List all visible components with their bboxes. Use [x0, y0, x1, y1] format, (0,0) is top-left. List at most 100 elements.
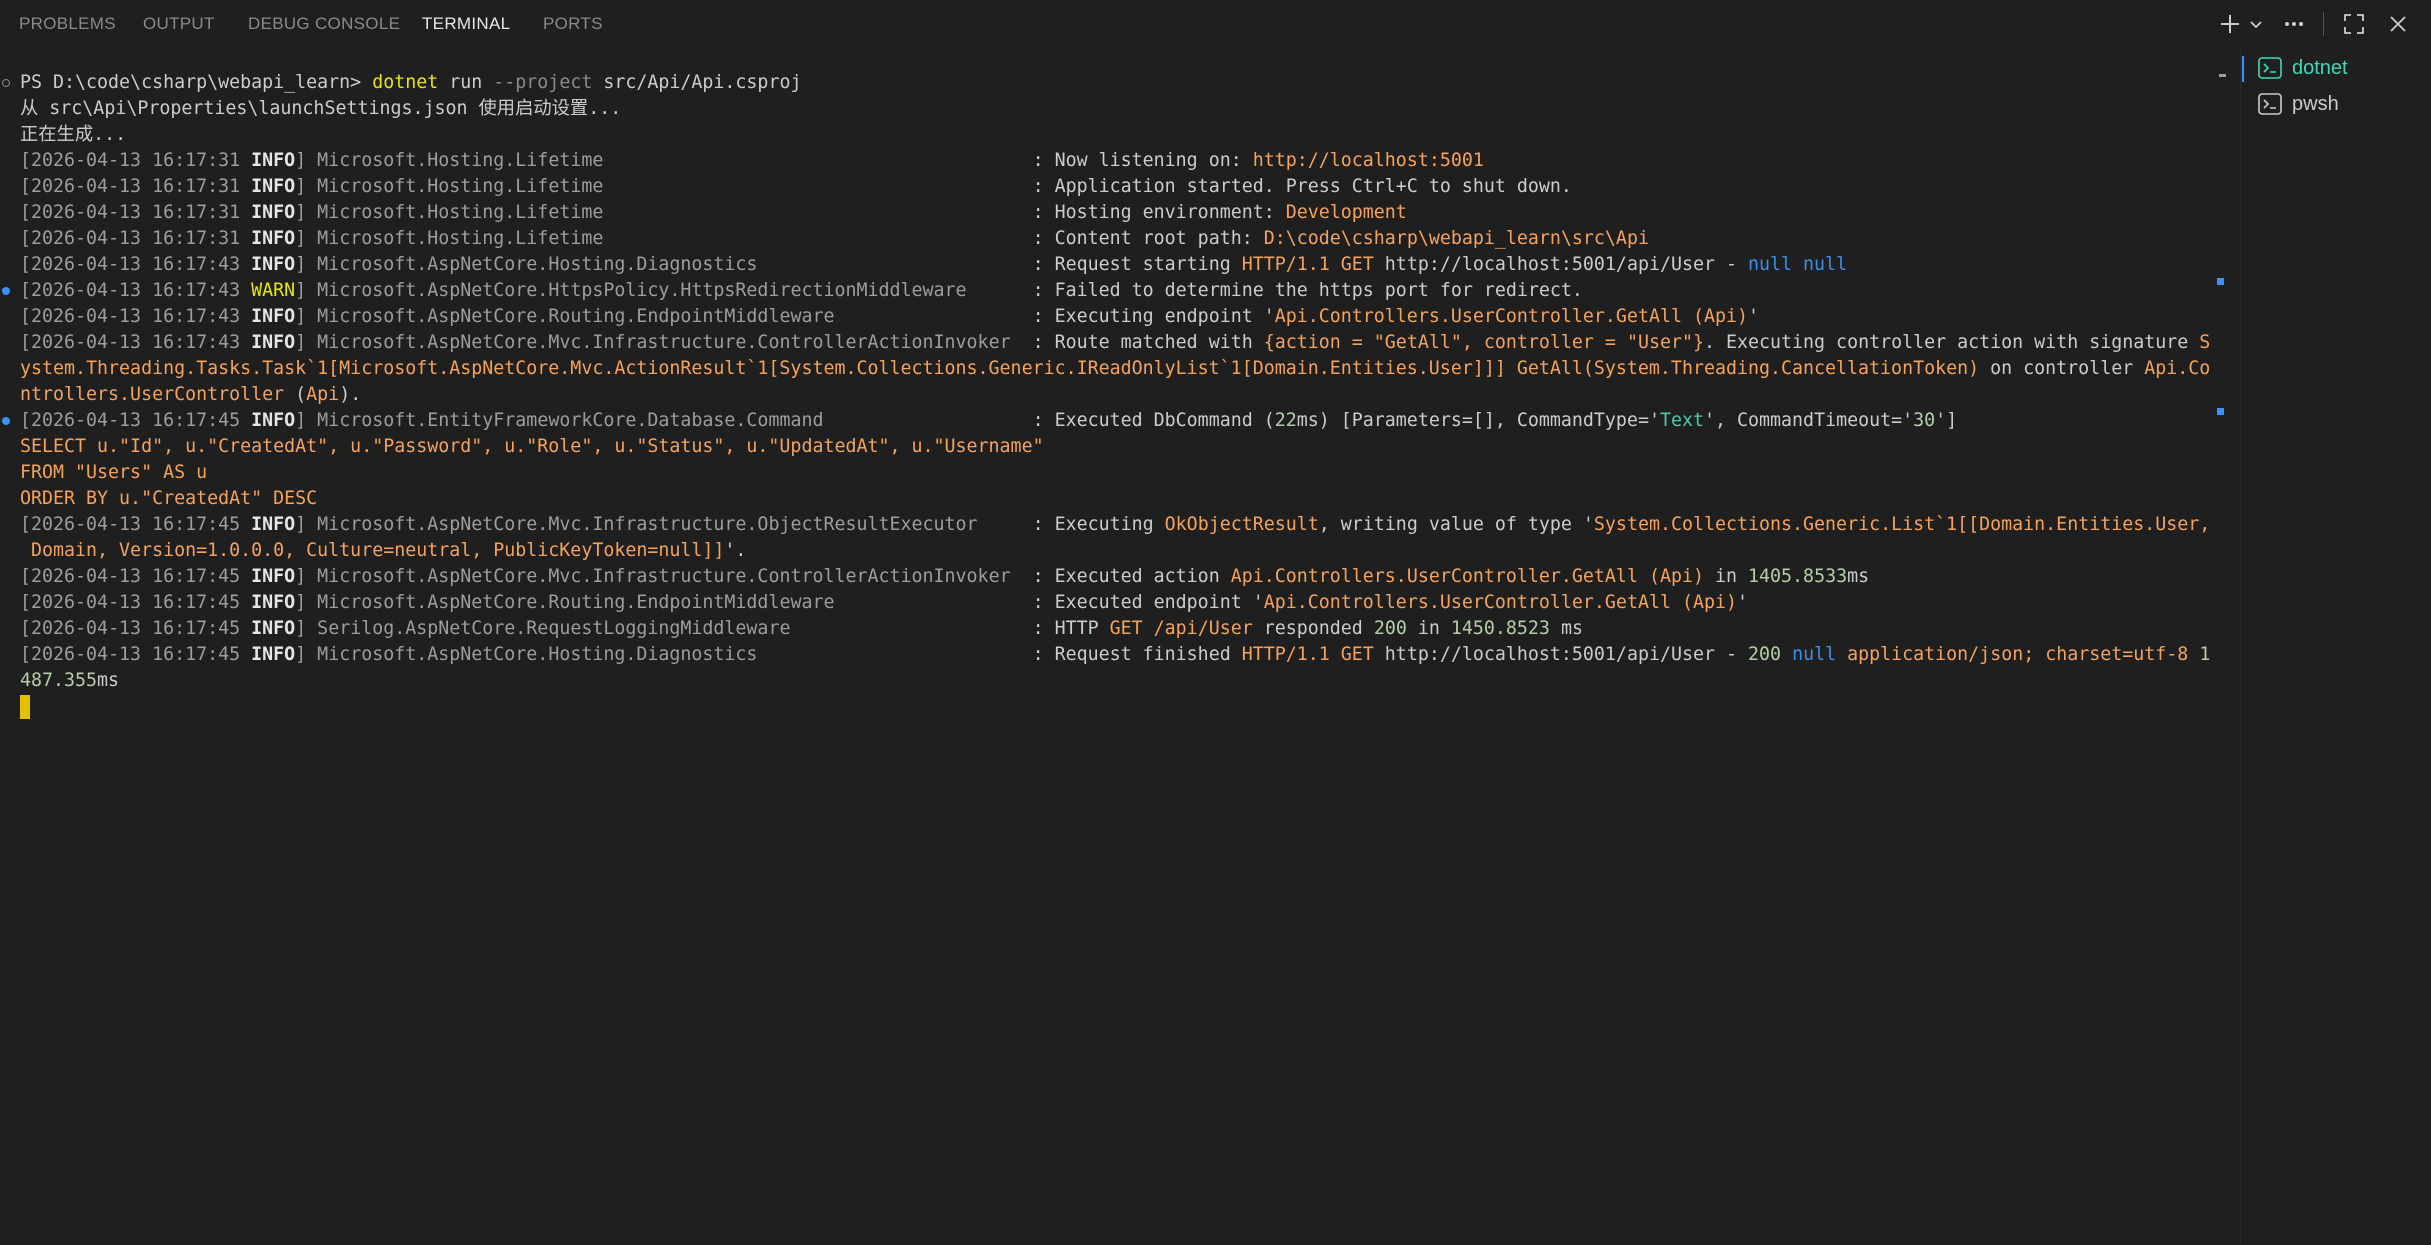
- terminal-text: ] Serilog.AspNetCore.RequestLoggingMiddl…: [295, 618, 1033, 639]
- terminal-text: 200: [1748, 644, 1782, 665]
- terminal-text: run: [438, 72, 494, 93]
- terminal-text: ] Microsoft.AspNetCore.HttpsPolicy.Https…: [295, 280, 1033, 301]
- terminal-line: [2026-04-13 16:17:31 INFO] Microsoft.Hos…: [0, 226, 2212, 252]
- terminal-text: GET /api/User: [1109, 618, 1253, 639]
- terminal-text: : Content root path:: [1032, 228, 1264, 249]
- terminal-line: SELECT u."Id", u."CreatedAt", u."Passwor…: [0, 434, 2212, 460]
- terminal-text: ] Microsoft.AspNetCore.Hosting.Diagnosti…: [295, 644, 1033, 665]
- terminal-text: S: [2199, 332, 2211, 353]
- terminal-text: Domain, Version=1.0.0.0, Culture=neutral…: [20, 540, 725, 561]
- terminal-line: [2026-04-13 16:17:43 INFO] Microsoft.Asp…: [0, 252, 2212, 278]
- terminal-text: INFO: [251, 514, 296, 535]
- terminal-line: [2026-04-13 16:17:43 INFO] Microsoft.Asp…: [0, 304, 2212, 330]
- terminal-text: 1: [2199, 644, 2211, 665]
- terminal-text: [2026-04-13 16:17:45: [20, 644, 252, 665]
- terminal-text: [2026-04-13 16:17:43: [20, 254, 252, 275]
- terminal-line: 487.355ms: [0, 668, 2212, 694]
- terminal-text: ] Microsoft.Hosting.Lifetime: [295, 228, 1033, 249]
- terminal-text: [2026-04-13 16:17:31: [20, 150, 252, 171]
- terminal-text: (: [284, 384, 307, 405]
- terminal-text: ).: [339, 384, 362, 405]
- terminal-item-pwsh[interactable]: pwsh: [2242, 86, 2431, 122]
- terminal-text: Api.Controllers.UserController.GetAll (A…: [1263, 592, 1738, 613]
- terminal-text: ntrollers.UserController: [20, 384, 285, 405]
- terminal-line: [2026-04-13 16:17:45 INFO] Microsoft.Ent…: [0, 408, 2212, 434]
- terminal-text: ] Microsoft.AspNetCore.Routing.EndpointM…: [295, 306, 1033, 327]
- terminal-text: : Executed endpoint ': [1032, 592, 1264, 613]
- terminal-text: INFO: [251, 306, 296, 327]
- terminal-line: 从 src\Api\Properties\launchSettings.json…: [0, 96, 2212, 122]
- terminal-line: [0, 694, 2212, 720]
- terminal-text: Api.Controllers.UserController.GetAll (A…: [1274, 306, 1749, 327]
- tab-problems[interactable]: PROBLEMS: [19, 14, 116, 34]
- terminal-text: D:\code\csharp\webapi_learn\src\Api: [1263, 228, 1649, 249]
- terminal-text: INFO: [251, 176, 296, 197]
- terminal-text: Text: [1659, 410, 1704, 431]
- terminal-line: ystem.Threading.Tasks.Task`1[Microsoft.A…: [0, 356, 2212, 382]
- terminal-text: 200: [1373, 618, 1407, 639]
- terminal-item-dotnet[interactable]: dotnet: [2242, 50, 2431, 86]
- terminal-text: SELECT u."Id", u."CreatedAt", u."Passwor…: [20, 436, 1044, 457]
- ruler-marker: [2217, 408, 2224, 415]
- terminal-text: ', CommandTimeout=': [1704, 410, 1914, 431]
- command-decoration-icon[interactable]: [2, 287, 10, 295]
- terminal-line: [2026-04-13 16:17:45 INFO] Microsoft.Asp…: [0, 512, 2212, 538]
- terminal-overview-ruler[interactable]: [2212, 50, 2228, 1245]
- terminal-text: '.: [724, 540, 747, 561]
- terminal-text: 30: [1913, 410, 1936, 431]
- terminal-text: FROM "Users" AS u: [20, 462, 208, 483]
- terminal-text: INFO: [251, 332, 296, 353]
- terminal-line: [2026-04-13 16:17:31 INFO] Microsoft.Hos…: [0, 200, 2212, 226]
- tab-output[interactable]: OUTPUT: [143, 14, 215, 34]
- terminal-text: : Executed DbCommand (: [1032, 410, 1275, 431]
- terminal-text: : Failed to determine the https port for…: [1032, 280, 1583, 301]
- terminal-text: HTTP/1.1 GET: [1241, 644, 1374, 665]
- terminal-icon: [2258, 57, 2282, 79]
- terminal-line: [2026-04-13 16:17:31 INFO] Microsoft.Hos…: [0, 174, 2212, 200]
- terminal-text: ms) [Parameters=[], CommandType=': [1296, 410, 1660, 431]
- terminal-text: {action = "GetAll", controller = "User"}: [1263, 332, 1704, 353]
- terminal-text: 487.355: [20, 670, 98, 691]
- terminal-text: ] Microsoft.Hosting.Lifetime: [295, 202, 1033, 223]
- terminal-text: in: [1406, 618, 1451, 639]
- terminal-list-divider: [2240, 50, 2241, 1245]
- terminal-list: dotnet pwsh: [2242, 50, 2431, 122]
- terminal-text: INFO: [251, 202, 296, 223]
- terminal-text: : Executing endpoint ': [1032, 306, 1275, 327]
- terminal-text: : Hosting environment:: [1032, 202, 1286, 223]
- terminal-text: responded: [1252, 618, 1374, 639]
- terminal-text: System.Collections.Generic.List`1[[Domai…: [1593, 514, 2211, 535]
- maximize-icon[interactable]: [2340, 10, 2368, 38]
- chevron-down-icon[interactable]: [2242, 10, 2270, 38]
- terminal-text: INFO: [251, 228, 296, 249]
- terminal-text: [2026-04-13 16:17:43: [20, 332, 252, 353]
- command-decoration-icon[interactable]: [2, 417, 10, 425]
- tab-debug-console[interactable]: DEBUG CONSOLE: [248, 14, 400, 34]
- terminal-line: [2026-04-13 16:17:31 INFO] Microsoft.Hos…: [0, 148, 2212, 174]
- terminal-text: : Executed action: [1032, 566, 1231, 587]
- tab-ports[interactable]: PORTS: [543, 14, 603, 34]
- add-icon[interactable]: [2216, 10, 2244, 38]
- terminal-line: [2026-04-13 16:17:43 INFO] Microsoft.Asp…: [0, 330, 2212, 356]
- terminal-text: in: [1704, 566, 1749, 587]
- terminal-output[interactable]: PS D:\code\csharp\webapi_learn> dotnet r…: [0, 70, 2212, 1240]
- terminal-text: ] Microsoft.AspNetCore.Mvc.Infrastructur…: [295, 566, 1033, 587]
- terminal-item-label: dotnet: [2292, 56, 2348, 79]
- terminal-text: OkObjectResult: [1164, 514, 1319, 535]
- terminal-text: [2026-04-13 16:17:43: [20, 280, 252, 301]
- terminal-text: INFO: [251, 410, 296, 431]
- close-icon[interactable]: [2384, 10, 2412, 38]
- tab-terminal[interactable]: TERMINAL: [422, 14, 510, 34]
- command-start-icon[interactable]: [2, 79, 10, 87]
- terminal-text: ] Microsoft.AspNetCore.Mvc.Infrastructur…: [295, 514, 1033, 535]
- terminal-line: [2026-04-13 16:17:45 INFO] Microsoft.Asp…: [0, 590, 2212, 616]
- more-icon[interactable]: [2280, 10, 2308, 38]
- terminal-text: ystem.Threading.Tasks.Task`1[Microsoft.A…: [20, 358, 1980, 379]
- terminal-text: ] Microsoft.AspNetCore.Routing.EndpointM…: [295, 592, 1033, 613]
- terminal-line: ntrollers.UserController (Api).: [0, 382, 2212, 408]
- terminal-text: : Executing: [1032, 514, 1165, 535]
- terminal-text: INFO: [251, 592, 296, 613]
- terminal-text: [2026-04-13 16:17:45: [20, 618, 252, 639]
